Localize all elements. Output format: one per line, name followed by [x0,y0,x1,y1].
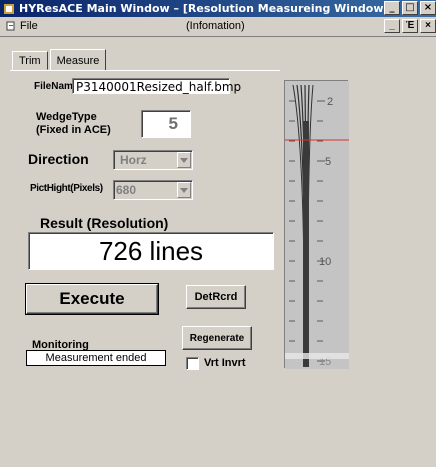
window-title: HYResACE Main Window – [Resolution Measu… [19,2,389,15]
wedge-center-bar [303,121,309,367]
direction-label: Direction [28,151,89,167]
minimize-icon: _ [389,20,395,31]
gauge-label-2: 2 [327,96,333,108]
close-button[interactable]: × [420,1,436,15]
maximize-button[interactable]: □ [402,1,418,15]
result-value: 726 lines [98,236,204,266]
chevron-down-icon[interactable] [177,182,191,198]
document-icon [6,21,15,31]
menu-information[interactable]: (Infomation) [186,20,245,32]
menu-file-label: File [20,20,38,32]
mdi-restore-button[interactable]: Έ [402,19,418,33]
wedge-type-value: 5 [168,114,178,133]
app-icon [4,3,14,14]
filename-label: FileNam [34,81,73,92]
chevron-down-icon[interactable] [177,152,191,168]
tab-strip: Trim Measure [12,48,108,71]
gauge-label-10: 10 [319,256,331,268]
filename-value: P3140001Resized_half.bmp [76,80,242,94]
gauge-bottom-band [285,353,349,359]
execute-button[interactable]: Execute [25,283,159,315]
gauge-label-5: 5 [325,156,331,168]
wedge-image: 2 5 10 15 [284,80,349,369]
tab-trim[interactable]: Trim [12,51,48,70]
pict-hight-value: 680 [116,183,137,197]
direction-value: Horz [120,153,147,167]
title-bar: HYResACE Main Window – [Resolution Measu… [0,0,436,17]
mdi-controls: _ Έ × [382,19,436,33]
direction-select[interactable]: Horz [113,150,193,170]
wedge-type-field: 5 [141,110,191,138]
window-controls: _ □ × [382,1,436,15]
menu-bar: File (Infomation) _ Έ × [0,17,436,37]
tab-panel-border [10,70,280,71]
close-icon: × [425,20,431,31]
tab-measure[interactable]: Measure [49,49,107,71]
restore-icon: Έ [405,20,415,31]
result-field: 726 lines [28,232,274,270]
pict-hight-label: PictHight(Pixels) [30,183,103,194]
wedge-chart: 2 5 10 15 [285,81,349,369]
vrt-invrt-label: Vrt Invrt [204,357,246,369]
wedge-type-sublabel: (Fixed in ACE) [36,124,111,136]
wedge-type-label: WedgeType [36,111,97,123]
menu-file[interactable]: File [6,20,38,32]
minimize-button[interactable]: _ [384,1,400,15]
filename-field[interactable]: P3140001Resized_half.bmp [72,78,241,94]
mdi-close-button[interactable]: × [420,19,436,33]
monitoring-field: Measurement ended [26,350,166,366]
mdi-minimize-button[interactable]: _ [384,19,400,33]
result-label: Result (Resolution) [40,215,169,231]
detrcrd-button[interactable]: DetRcrd [186,285,246,309]
maximize-icon: □ [405,2,415,13]
close-icon: × [423,2,433,13]
pict-hight-select[interactable]: 680 [113,180,193,200]
minimize-icon: _ [389,2,395,13]
monitoring-value: Measurement ended [45,352,147,364]
vrt-invrt-checkbox[interactable] [186,357,199,370]
regenerate-button[interactable]: Regenerate [182,326,252,350]
